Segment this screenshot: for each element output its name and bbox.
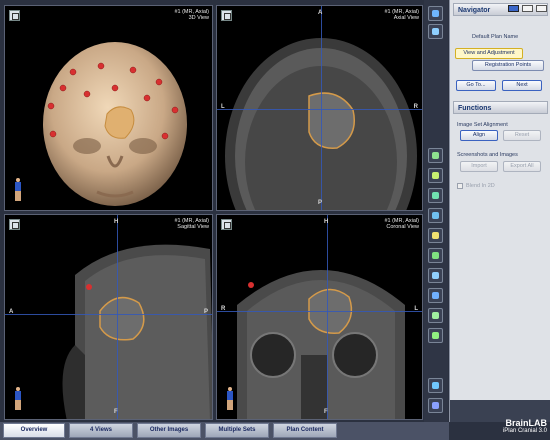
tab-4-views[interactable]: 4 Views bbox=[69, 423, 133, 438]
patient-orientation-icon bbox=[13, 387, 23, 411]
minimize-icon[interactable] bbox=[522, 5, 533, 12]
blend-checkbox[interactable] bbox=[457, 183, 463, 189]
tab-other-images[interactable]: Other Images bbox=[137, 423, 201, 438]
orientation-top: H bbox=[114, 219, 119, 225]
goto-button[interactable]: Go To... bbox=[456, 80, 496, 91]
crosshair-horizontal[interactable] bbox=[5, 314, 212, 315]
settings-tool-icon[interactable] bbox=[428, 24, 443, 39]
window-mode-icon[interactable] bbox=[508, 5, 519, 12]
undo-tool-icon[interactable] bbox=[428, 378, 443, 393]
tab-overview[interactable]: Overview bbox=[3, 423, 65, 438]
view-label: Coronal View bbox=[386, 224, 419, 230]
rotate-tool-icon[interactable] bbox=[428, 308, 443, 323]
viewport-options-icon[interactable] bbox=[221, 219, 232, 230]
tab-plan-content[interactable]: Plan Content bbox=[273, 423, 337, 438]
step-registration-points[interactable]: Registration Points bbox=[472, 60, 544, 71]
import-button[interactable]: Import bbox=[460, 161, 498, 172]
viewport-coronal[interactable]: #1 (MR, Axial) Coronal View H R L F bbox=[216, 214, 423, 420]
orientation-left: L bbox=[221, 104, 225, 110]
crosshair-vertical[interactable] bbox=[117, 215, 118, 419]
sagittal-mri-slice bbox=[62, 244, 212, 419]
next-button[interactable]: Next bbox=[502, 80, 542, 91]
bottom-tab-bar: Overview 4 Views Other Images Multiple S… bbox=[0, 422, 449, 440]
brainlab-logo: BrainLAB iPlan Cranial 3.0 bbox=[452, 418, 547, 438]
viewport-header: #1 (MR, Axial) Coronal View bbox=[384, 218, 419, 230]
orientation-top: A bbox=[318, 10, 323, 16]
plan-name: Default Plan Name bbox=[472, 34, 519, 40]
pan-tool-icon[interactable] bbox=[428, 268, 443, 283]
view-label: Sagittal View bbox=[177, 224, 209, 230]
orientation-left: R bbox=[221, 306, 226, 312]
orientation-right: R bbox=[413, 104, 418, 110]
power-icon[interactable] bbox=[536, 5, 547, 12]
functions-title: Functions bbox=[453, 101, 548, 114]
viewport-header: #1 (MR, Axial) Sagittal View bbox=[174, 218, 209, 230]
window-level-tool-icon[interactable] bbox=[428, 228, 443, 243]
zoom-tool-icon[interactable] bbox=[428, 188, 443, 203]
orientation-bottom: P bbox=[318, 200, 323, 206]
patient-orientation-icon bbox=[13, 178, 23, 202]
orientation-bottom: F bbox=[324, 409, 328, 415]
product-name: iPlan Cranial 3.0 bbox=[502, 428, 547, 434]
iplan-cranial-window: #1 (MR, Axial) 3D View #1 (MR, Axial) Ax… bbox=[0, 0, 550, 440]
viewport-options-icon[interactable] bbox=[221, 10, 232, 21]
brand-name: BrainLAB bbox=[505, 418, 547, 428]
measure-tool-icon[interactable] bbox=[428, 208, 443, 223]
crosshair-horizontal[interactable] bbox=[217, 311, 422, 312]
histogram-tool-icon[interactable] bbox=[428, 248, 443, 263]
navigator-title: Navigator bbox=[453, 3, 548, 16]
crosshair-horizontal[interactable] bbox=[217, 109, 422, 110]
patient-orientation-icon bbox=[225, 387, 235, 411]
reset-button[interactable]: Reset bbox=[503, 130, 541, 141]
tool-strip bbox=[424, 0, 448, 422]
align-button[interactable]: Align bbox=[460, 130, 498, 141]
crosshair-vertical[interactable] bbox=[321, 6, 322, 210]
viewport-3d[interactable]: #1 (MR, Axial) 3D View bbox=[4, 5, 213, 211]
orientation-left: A bbox=[9, 309, 14, 315]
step-view-adjustment[interactable]: View and Adjustment bbox=[455, 48, 523, 59]
view-label: Axial View bbox=[393, 15, 419, 21]
viewport-options-icon[interactable] bbox=[9, 219, 20, 230]
flag-tool-icon[interactable] bbox=[428, 328, 443, 343]
draw-tool-icon[interactable] bbox=[428, 148, 443, 163]
orientation-right: P bbox=[203, 309, 208, 315]
navigator-panel: Navigator Default Plan Name View and Adj… bbox=[449, 0, 550, 422]
orientation-right: L bbox=[414, 306, 418, 312]
image-set-alignment-label: Image Set Alignment bbox=[457, 122, 508, 128]
brush-tool-icon[interactable] bbox=[428, 168, 443, 183]
coronal-mri-slice bbox=[237, 270, 405, 419]
crosshair-vertical[interactable] bbox=[327, 215, 328, 419]
fullscreen-tool-icon[interactable] bbox=[428, 398, 443, 413]
orientation-bottom: F bbox=[114, 409, 118, 415]
orientation-top: H bbox=[324, 219, 329, 225]
blend-label: Blend In 2D bbox=[466, 183, 495, 189]
layout-tool-icon[interactable] bbox=[428, 288, 443, 303]
screenshots-label: Screenshots and Images bbox=[457, 152, 518, 158]
viewport-sagittal[interactable]: #1 (MR, Axial) Sagittal View H A P F bbox=[4, 214, 213, 420]
viewport-axial[interactable]: #1 (MR, Axial) Axial View A L R P bbox=[216, 5, 423, 211]
screenshot-tool-icon[interactable] bbox=[428, 6, 443, 21]
export-all-button[interactable]: Export All bbox=[503, 161, 541, 172]
viewport-header: #1 (MR, Axial) Axial View bbox=[384, 9, 419, 21]
head-3d-render bbox=[43, 42, 187, 206]
tab-multiple-sets[interactable]: Multiple Sets bbox=[205, 423, 269, 438]
